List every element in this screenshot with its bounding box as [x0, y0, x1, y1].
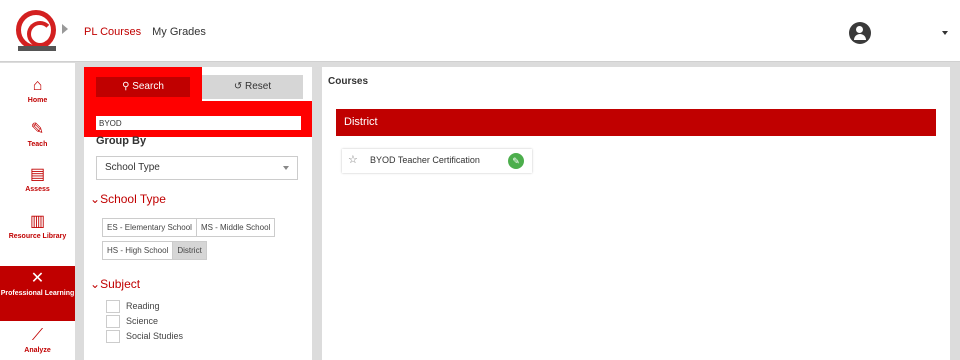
library-icon: ▥ — [29, 213, 46, 230]
star-icon[interactable]: ☆ — [348, 153, 358, 166]
search-button[interactable]: ⚲ Search — [96, 77, 190, 97]
sidebar-item-teach[interactable]: ✎ Teach — [0, 121, 75, 161]
logo-underline — [18, 46, 56, 51]
checkbox[interactable] — [106, 315, 120, 328]
reset-icon: ↺ — [233, 81, 246, 92]
subject-filters: Reading Science Social Studies — [106, 299, 183, 344]
assess-icon: ▤ — [29, 166, 46, 183]
search-icon: ⚲ — [122, 81, 133, 92]
sidebar-item-assess[interactable]: ▤ Assess — [0, 166, 75, 206]
search-panel: ⚲ Search ↺ Reset Group By School Type ⌄S… — [84, 67, 312, 360]
chart-icon: ⟋ — [31, 327, 44, 344]
group-by-label: Group By — [96, 135, 147, 147]
tools-icon: ✕ — [30, 270, 45, 287]
logo-icon[interactable] — [16, 10, 56, 50]
group-by-select[interactable]: School Type — [96, 156, 298, 180]
teach-icon: ✎ — [30, 121, 45, 138]
school-type-filters: ES - Elementary School MS - Middle School… — [102, 218, 302, 260]
top-bar: PL Courses My Grades — [0, 0, 960, 62]
top-nav: PL Courses My Grades — [84, 26, 214, 38]
sidebar-item-label: Teach — [27, 141, 48, 148]
course-name[interactable]: BYOD Teacher Certification — [370, 155, 480, 165]
subject-option-science[interactable]: Science — [106, 314, 183, 329]
school-type-heading[interactable]: ⌄School Type — [90, 192, 166, 206]
filter-tag-ms[interactable]: MS - Middle School — [195, 218, 276, 237]
subject-heading[interactable]: ⌄Subject — [90, 277, 140, 291]
home-icon: ⌂ — [32, 77, 43, 94]
checkbox[interactable] — [106, 300, 120, 313]
keyword-input[interactable] — [96, 116, 301, 130]
user-avatar-icon[interactable] — [849, 22, 871, 44]
filter-tag-hs[interactable]: HS - High School — [102, 241, 174, 260]
courses-title: Courses — [328, 76, 369, 87]
sidebar-item-label: Assess — [25, 186, 50, 193]
nav-link-my-grades[interactable]: My Grades — [152, 26, 206, 38]
sidebar-item-professional-learning[interactable]: ✕ Professional Learning — [0, 266, 75, 321]
sidebar-item-resource-library[interactable]: ▥ Resource Library — [0, 213, 75, 263]
collapse-arrow-icon[interactable] — [62, 24, 68, 34]
sidebar-item-home[interactable]: ⌂ Home — [0, 77, 75, 117]
course-group-header: District — [336, 109, 936, 136]
reset-button[interactable]: ↺ Reset — [202, 75, 303, 99]
chevron-down-icon: ⌄ — [90, 277, 101, 291]
sidebar-item-analyze[interactable]: ⟋ Analyze — [0, 327, 75, 360]
subject-option-reading[interactable]: Reading — [106, 299, 183, 314]
sidebar-item-label: Home — [27, 97, 48, 104]
sidebar-item-label: Resource Library — [8, 233, 67, 240]
filter-tag-es[interactable]: ES - Elementary School — [102, 218, 197, 237]
course-card[interactable]: ☆ BYOD Teacher Certification ✎ — [342, 149, 532, 173]
chevron-down-icon — [283, 166, 289, 170]
sidebar-item-label: Professional Learning — [0, 290, 75, 297]
sidebar: ⌂ Home ✎ Teach ▤ Assess ▥ Resource Libra… — [0, 63, 75, 360]
nav-link-pl-courses[interactable]: PL Courses — [84, 26, 141, 38]
courses-panel: Courses District ☆ BYOD Teacher Certific… — [322, 67, 950, 360]
edit-icon[interactable]: ✎ — [508, 153, 524, 169]
sidebar-item-label: Analyze — [24, 347, 51, 354]
user-menu-caret-icon[interactable] — [942, 31, 948, 35]
subject-option-social-studies[interactable]: Social Studies — [106, 329, 183, 344]
filter-tag-district[interactable]: District — [172, 241, 207, 260]
chevron-down-icon: ⌄ — [90, 192, 101, 206]
checkbox[interactable] — [106, 330, 120, 343]
